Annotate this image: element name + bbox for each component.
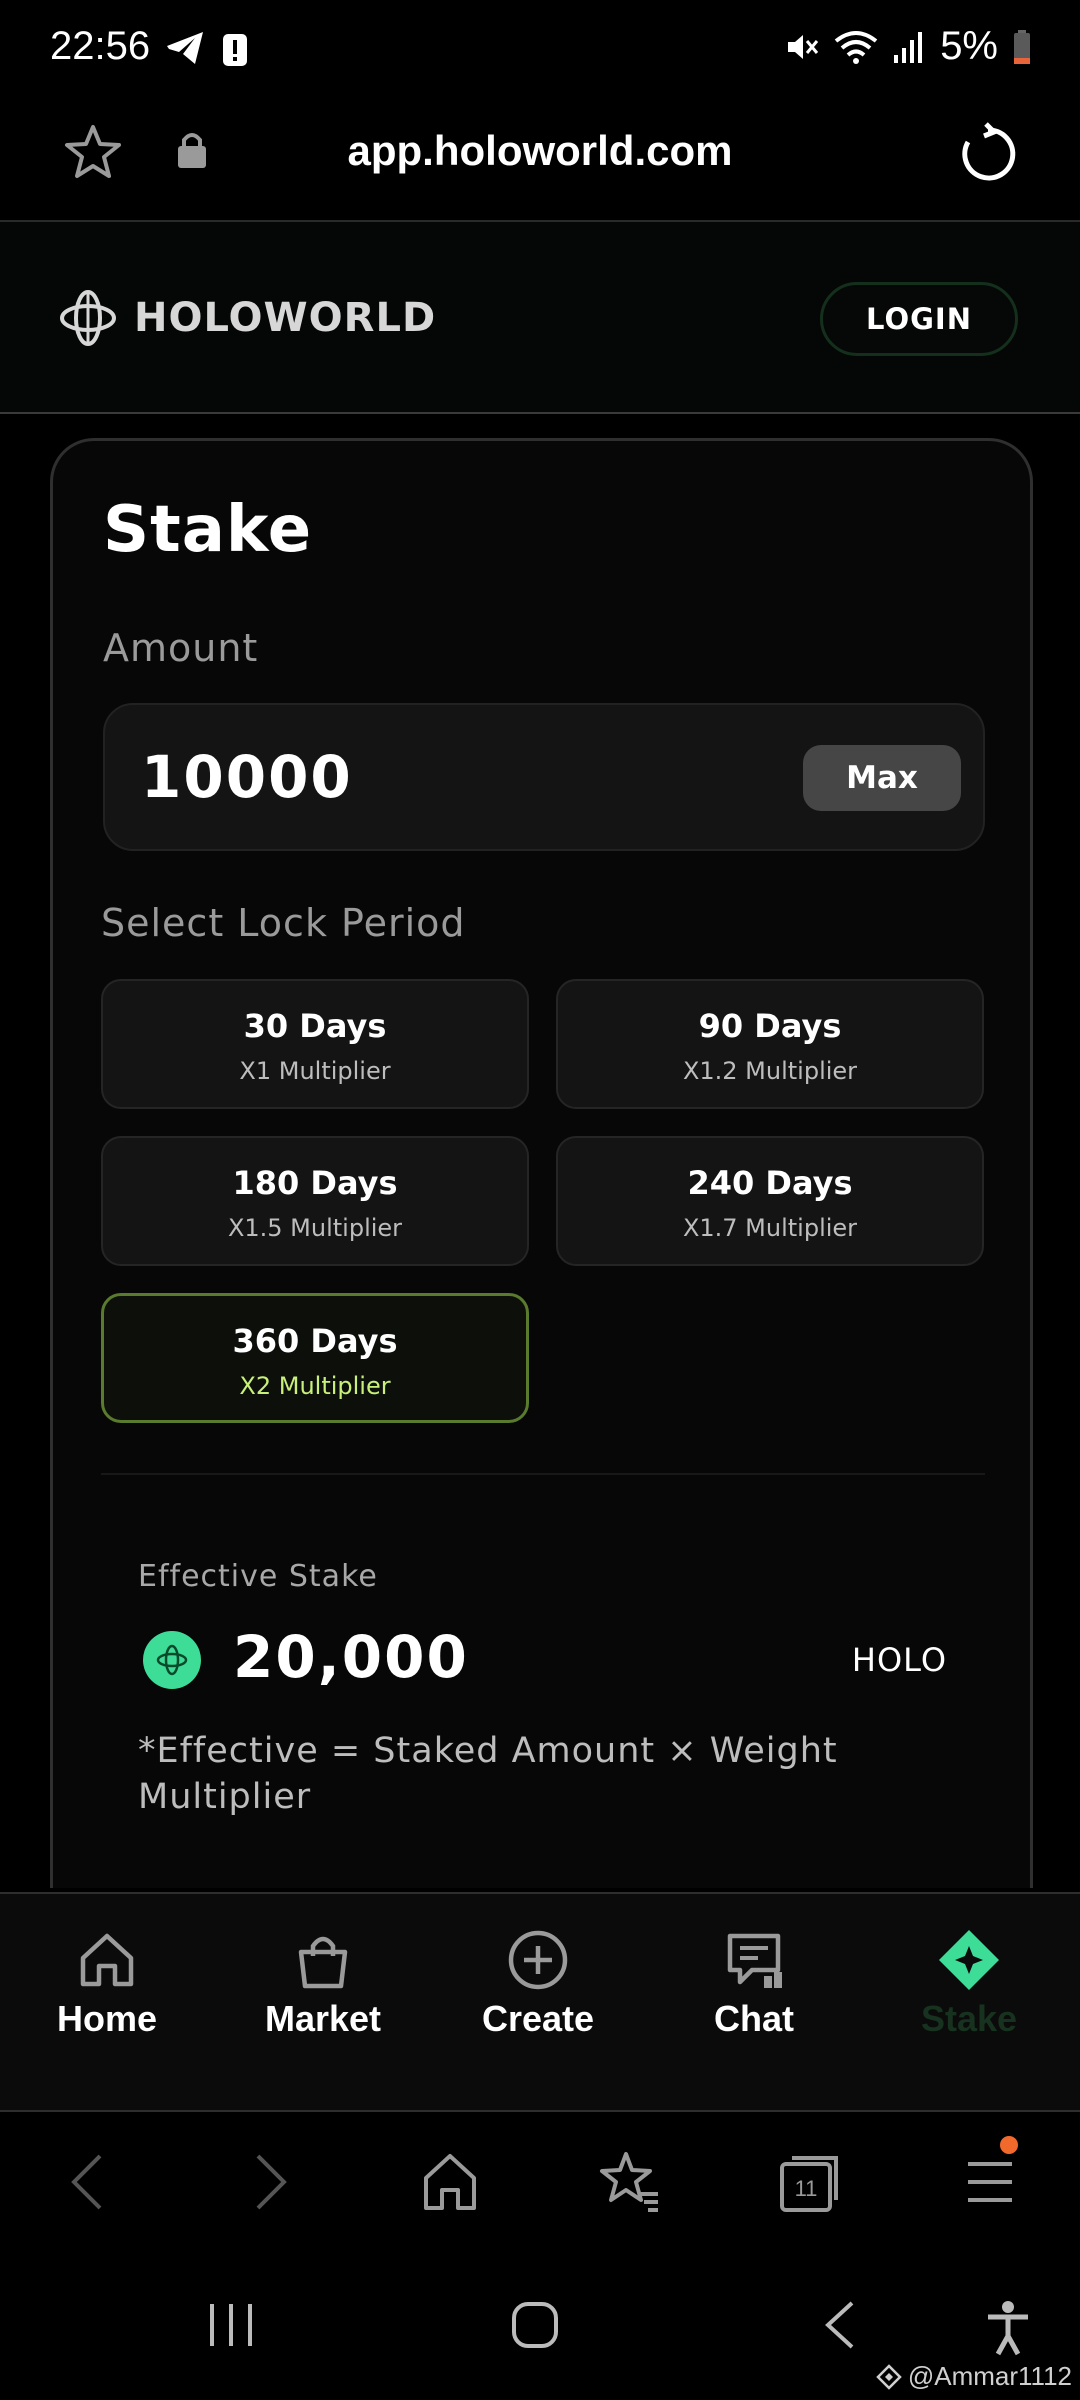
- max-button[interactable]: Max: [803, 745, 961, 811]
- amount-input[interactable]: [141, 743, 741, 811]
- lock-option-multiplier: X1 Multiplier: [239, 1057, 391, 1085]
- lock-option-days: 90 Days: [698, 1007, 842, 1045]
- lock-option-days: 30 Days: [243, 1007, 387, 1045]
- watermark-text: @Ammar1112: [907, 2361, 1072, 2391]
- nav-item-create[interactable]: Create: [453, 1928, 623, 2040]
- effective-stake-value: 20,000: [233, 1623, 469, 1691]
- status-bar: 22:56 5%: [0, 0, 1080, 100]
- nav-item-stake[interactable]: Stake: [884, 1928, 1054, 2040]
- mute-icon: [788, 34, 819, 59]
- system-back-icon[interactable]: [820, 2300, 860, 2350]
- lock-option-days: 360 Days: [232, 1322, 398, 1360]
- lock-period-label: Select Lock Period: [101, 901, 466, 945]
- lock-option-180-days[interactable]: 180 Days X1.5 Multiplier: [101, 1136, 529, 1266]
- battery-percent: 5%: [940, 24, 998, 68]
- accessibility-icon[interactable]: [985, 2300, 1031, 2356]
- effective-stake-note: *Effective = Staked Amount × Weight Mult…: [138, 1731, 838, 1817]
- watermark: @Ammar1112: [876, 2361, 1072, 2392]
- menu-icon: [968, 2162, 1012, 2202]
- app-bottom-nav: Home Market Create Chat Stake: [0, 1892, 1080, 2112]
- system-nav-bar: @Ammar1112: [0, 2254, 1080, 2400]
- amount-label: Amount: [103, 626, 259, 670]
- lock-option-multiplier: X2 Multiplier: [239, 1372, 391, 1400]
- back-icon[interactable]: [66, 2150, 106, 2214]
- nav-label: Home: [56, 1998, 158, 2039]
- bookmarks-icon[interactable]: [598, 2150, 662, 2214]
- nav-item-home[interactable]: Home: [22, 1928, 192, 2040]
- lock-option-days: 180 Days: [232, 1164, 398, 1202]
- browser-home-icon[interactable]: [420, 2150, 480, 2214]
- status-time: 22:56: [50, 24, 151, 68]
- nav-label: Stake: [920, 1998, 1018, 2039]
- lock-option-30-days[interactable]: 30 Days X1 Multiplier: [101, 979, 529, 1109]
- lock-option-360-days[interactable]: 360 Days X2 Multiplier: [101, 1293, 529, 1423]
- binance-icon: [876, 2363, 902, 2390]
- lock-option-multiplier: X1.5 Multiplier: [227, 1214, 403, 1242]
- lock-option-90-days[interactable]: 90 Days X1.2 Multiplier: [556, 979, 984, 1109]
- menu-button[interactable]: [966, 2136, 1018, 2214]
- home-icon: [80, 1933, 134, 1987]
- stake-diamond-icon: [939, 1930, 999, 1990]
- alert-icon: [223, 34, 247, 66]
- url-text[interactable]: app.holoworld.com: [0, 127, 1080, 175]
- battery-icon: [1014, 29, 1030, 64]
- recents-icon[interactable]: [206, 2300, 256, 2350]
- effective-stake-unit: HOLO: [851, 1641, 947, 1679]
- svg-text:11: 11: [795, 2176, 818, 2201]
- site-header: HOLOWORLD LOGIN: [0, 222, 1080, 414]
- brand-logo[interactable]: HOLOWORLD: [58, 288, 436, 348]
- forward-icon[interactable]: [252, 2150, 292, 2214]
- amount-field[interactable]: Max: [103, 703, 985, 851]
- lock-option-multiplier: X1.2 Multiplier: [682, 1057, 858, 1085]
- chat-icon: [727, 1933, 782, 1988]
- tabs-icon[interactable]: 11: [778, 2150, 842, 2214]
- nav-label: Create: [481, 1998, 595, 2039]
- notification-badge: [1000, 2136, 1018, 2154]
- page-title: Stake: [103, 493, 313, 567]
- brand-name: HOLOWORLD: [134, 295, 437, 341]
- signal-icon: [894, 31, 923, 63]
- bag-icon: [298, 1936, 348, 1989]
- plus-circle-icon: [508, 1930, 568, 1990]
- lock-option-240-days[interactable]: 240 Days X1.7 Multiplier: [556, 1136, 984, 1266]
- system-home-icon[interactable]: [510, 2300, 560, 2350]
- stake-card: Stake Amount Max Select Lock Period 30 D…: [50, 438, 1033, 1888]
- holo-token-icon: [143, 1631, 201, 1689]
- lock-option-days: 240 Days: [687, 1164, 853, 1202]
- lock-option-multiplier: X1.7 Multiplier: [682, 1214, 858, 1242]
- nav-item-chat[interactable]: Chat: [669, 1928, 839, 2040]
- divider: [101, 1473, 985, 1475]
- login-button[interactable]: LOGIN: [820, 282, 1018, 356]
- holoworld-logo-icon: [60, 290, 116, 346]
- telegram-icon: [167, 32, 203, 64]
- browser-toolbar: 11: [0, 2114, 1080, 2254]
- effective-stake-label: Effective Stake: [138, 1559, 378, 1594]
- wifi-icon: [834, 30, 878, 64]
- nav-label: Chat: [714, 1998, 794, 2039]
- browser-url-bar: app.holoworld.com: [0, 100, 1080, 222]
- nav-item-market[interactable]: Market: [238, 1928, 408, 2040]
- reload-icon[interactable]: [956, 122, 1020, 186]
- nav-label: Market: [264, 1998, 382, 2039]
